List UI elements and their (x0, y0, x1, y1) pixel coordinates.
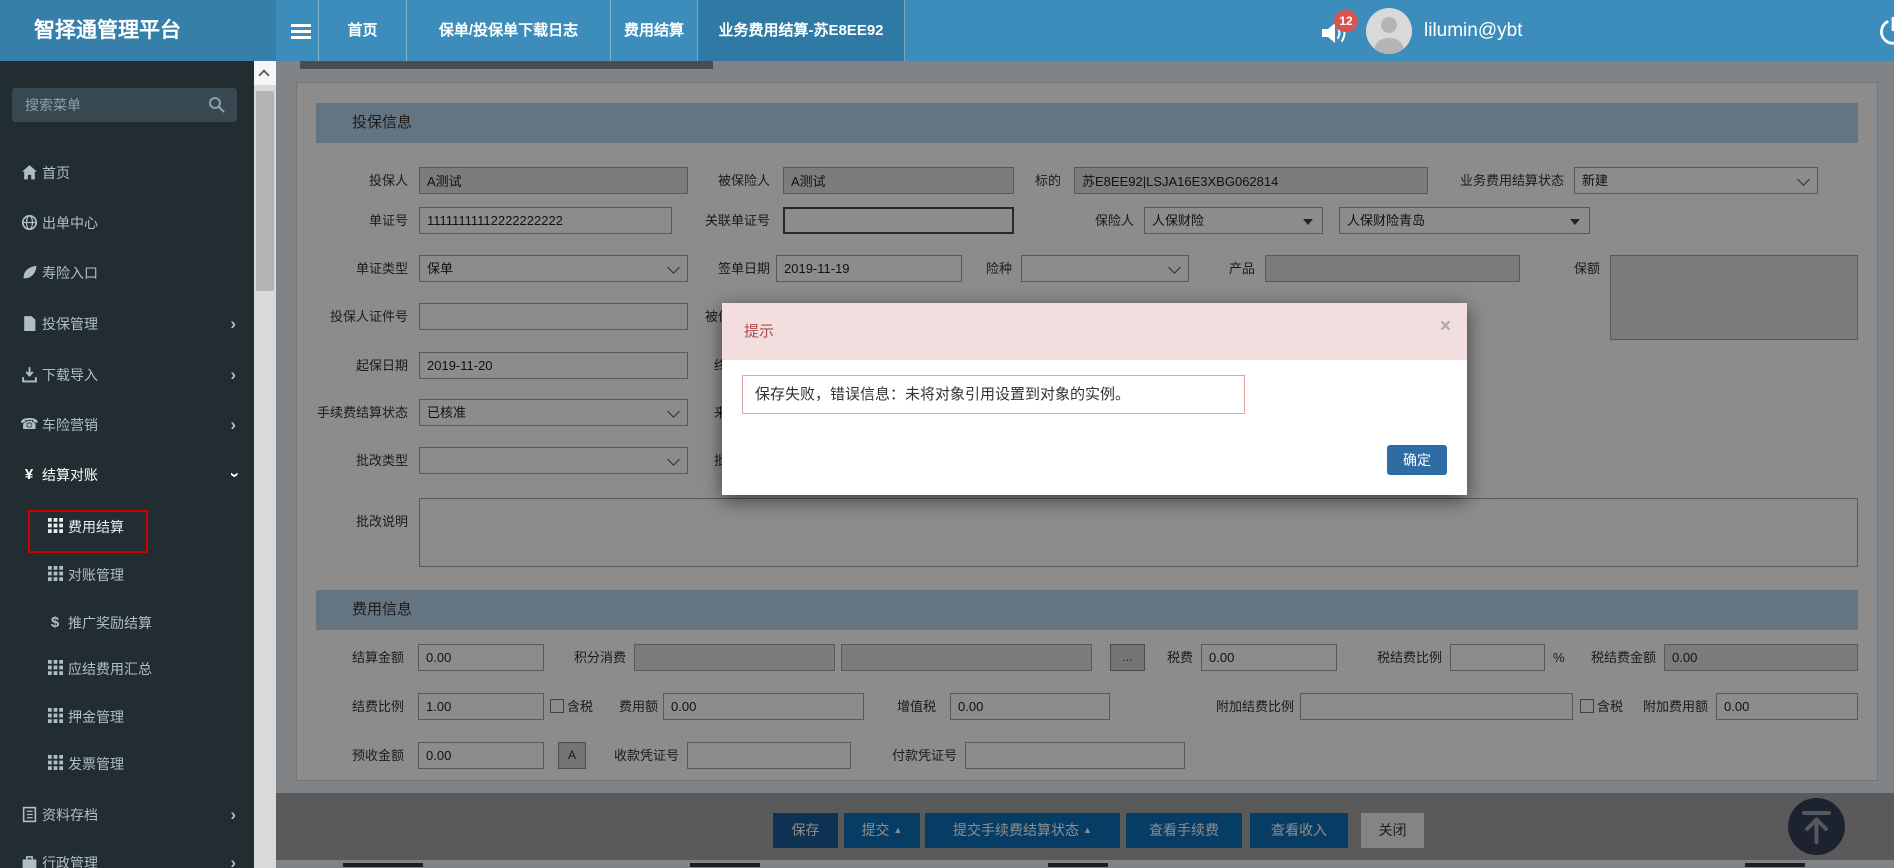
briefcase-icon (20, 854, 38, 868)
app-window: 智择通管理平台 首页 保单/投保单下载日志 费用结算 业务费用结算-苏E8EE9… (0, 0, 1894, 868)
grid-icon (46, 566, 64, 584)
alert-modal: 提示 × 保存失败，错误信息：未将对象引用设置到对象的实例。 确定 (722, 303, 1467, 495)
chevron-right-icon: › (230, 401, 236, 449)
grid-icon (46, 755, 64, 773)
yen-icon: ¥ (20, 466, 38, 484)
grid-icon (46, 660, 64, 678)
tab-download-log[interactable]: 保单/投保单下载日志 (406, 0, 610, 61)
search-input[interactable] (12, 88, 237, 122)
sidebar-item-promo-reward[interactable]: $ 推广奖励结算 (0, 599, 254, 647)
ok-button[interactable]: 确定 (1387, 445, 1447, 475)
error-message: 保存失败，错误信息：未将对象引用设置到对象的实例。 (755, 376, 1130, 413)
chevron-right-icon: › (230, 300, 236, 348)
globe-icon (20, 214, 38, 232)
chevron-right-icon: › (230, 351, 236, 399)
top-navbar: 智择通管理平台 首页 保单/投保单下载日志 费用结算 业务费用结算-苏E8EE9… (0, 0, 1894, 61)
sidebar-item-archive[interactable]: 资料存档 › (0, 791, 254, 839)
sidebar-item-download-import[interactable]: 下载导入 › (0, 351, 254, 399)
modal-title: 提示 (744, 303, 774, 360)
notification-badge[interactable]: 12 (1334, 10, 1358, 32)
left-sidebar: 首页 出单中心 寿险入口 投保管理 › 下载导入 › ☎ 车险营销 › ¥ 结算… (0, 61, 254, 868)
sidebar-item-auto-marketing[interactable]: ☎ 车险营销 › (0, 401, 254, 449)
main-content: 投保信息 投保人 被保险人 标的 业务费用结算状态 新建 单证号 关联单证号 保… (276, 61, 1894, 868)
chevron-down-icon: › (211, 472, 254, 478)
sidebar-item-issue-center[interactable]: 出单中心 (0, 199, 254, 247)
tab-biz-fee-settlement-active[interactable]: 业务费用结算-苏E8EE92 (697, 0, 905, 61)
tab-fee-settlement[interactable]: 费用结算 (610, 0, 697, 61)
user-avatar[interactable] (1366, 8, 1412, 54)
sidebar-item-deposit-mgmt[interactable]: 押金管理 (0, 693, 254, 741)
grid-icon (46, 708, 64, 726)
person-icon (1366, 8, 1412, 54)
scrollbar-thumb[interactable] (256, 91, 274, 291)
file-icon (20, 315, 38, 333)
sidebar-item-settlement[interactable]: ¥ 结算对账 › (0, 451, 254, 499)
download-icon (20, 366, 38, 384)
modal-header: 提示 × (722, 303, 1467, 360)
sidebar-toggle-icon[interactable] (283, 0, 319, 61)
sidebar-item-home[interactable]: 首页 (0, 149, 254, 197)
chevron-right-icon: › (230, 791, 236, 839)
sidebar-scrollbar[interactable] (254, 61, 276, 868)
sidebar-item-reconciliation[interactable]: 对账管理 (0, 551, 254, 599)
close-icon[interactable]: × (1440, 317, 1451, 336)
active-item-highlight-box (28, 510, 148, 553)
chevron-up-icon (258, 69, 269, 80)
sidebar-item-life-insurance[interactable]: 寿险入口 (0, 249, 254, 297)
leaf-icon (20, 264, 38, 282)
user-email[interactable]: lilumin@ybt (1424, 0, 1522, 61)
scroll-up-button[interactable] (254, 61, 276, 85)
brand-logo[interactable]: 智择通管理平台 (0, 0, 276, 61)
book-icon (20, 806, 38, 824)
chevron-right-icon: › (230, 839, 236, 868)
sidebar-item-admin-mgmt[interactable]: 行政管理 › (0, 839, 254, 868)
dollar-icon: $ (46, 614, 64, 632)
error-alert-box: 保存失败，错误信息：未将对象引用设置到对象的实例。 (742, 375, 1245, 414)
sidebar-item-policy-mgmt[interactable]: 投保管理 › (0, 300, 254, 348)
search-icon[interactable] (208, 96, 225, 113)
sidebar-item-payable-summary[interactable]: 应结费用汇总 (0, 645, 254, 693)
sidebar-item-invoice-mgmt[interactable]: 发票管理 (0, 740, 254, 788)
logout-power-icon[interactable] (1878, 16, 1894, 46)
home-icon (20, 164, 38, 182)
tab-home[interactable]: 首页 (318, 0, 406, 61)
phone-icon: ☎ (20, 416, 38, 434)
